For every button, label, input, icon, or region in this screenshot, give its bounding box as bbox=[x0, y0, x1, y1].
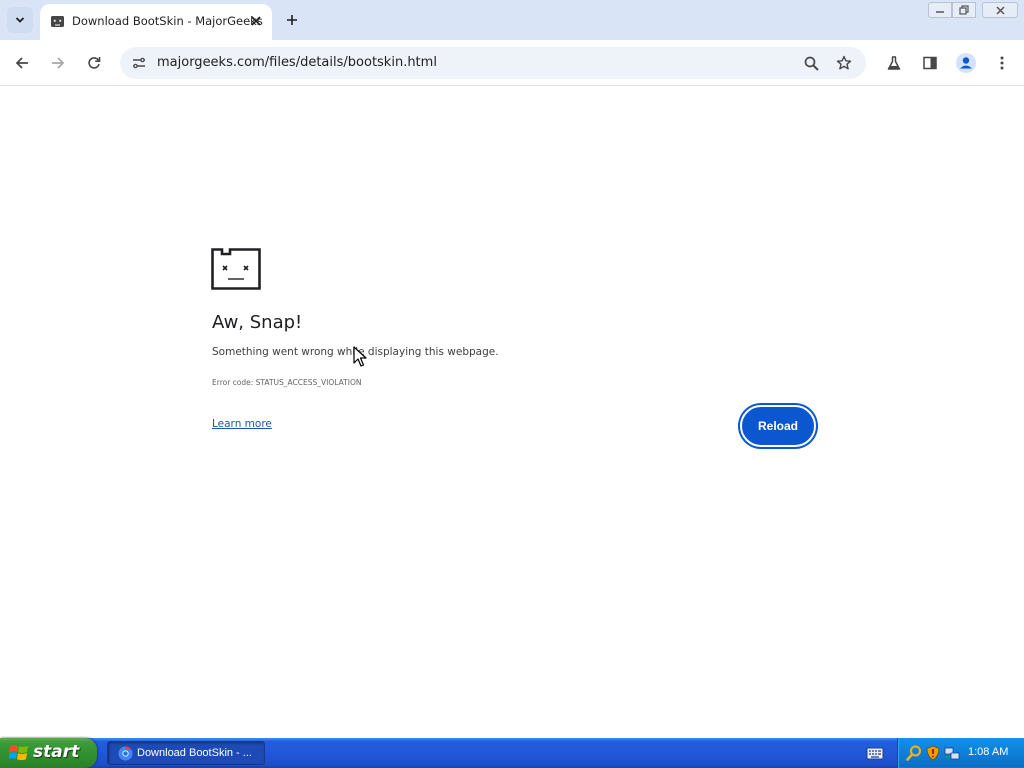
url-text: majorgeeks.com/files/details/bootskin.ht… bbox=[157, 55, 437, 70]
taskbar-item-label: Download BootSkin - ... bbox=[137, 747, 252, 759]
error-code: Error code: STATUS_ACCESS_VIOLATION bbox=[212, 378, 362, 387]
minimize-icon bbox=[936, 11, 944, 13]
close-icon bbox=[251, 16, 261, 26]
reload-page-button[interactable] bbox=[80, 49, 108, 77]
error-title: Aw, Snap! bbox=[212, 312, 303, 333]
start-label: start bbox=[33, 742, 80, 762]
sad-tab-icon bbox=[51, 16, 64, 27]
window-close-button[interactable] bbox=[982, 2, 1018, 18]
site-info-button[interactable] bbox=[126, 50, 152, 76]
taskbar-item-browser[interactable]: Download BootSkin - ... bbox=[107, 741, 265, 765]
taskbar: start Download BootSkin - ... 1:08 AM bbox=[0, 738, 1024, 768]
menu-dots-icon bbox=[1000, 56, 1004, 70]
start-button[interactable]: start bbox=[0, 738, 97, 768]
tab-title: Download BootSkin - MajorGeeks bbox=[72, 14, 263, 28]
browser-toolbar: majorgeeks.com/files/details/bootskin.ht… bbox=[0, 40, 1024, 86]
reload-button[interactable]: Reload bbox=[740, 405, 816, 447]
reload-icon bbox=[88, 57, 101, 69]
site-info-icon bbox=[133, 57, 145, 69]
address-bar[interactable]: majorgeeks.com/files/details/bootskin.ht… bbox=[120, 47, 866, 79]
active-tab[interactable]: Download BootSkin - MajorGeeks bbox=[40, 4, 272, 40]
forward-button[interactable] bbox=[44, 49, 72, 77]
close-icon bbox=[995, 5, 1005, 15]
star-icon bbox=[836, 55, 852, 70]
side-panel-button[interactable] bbox=[916, 49, 944, 77]
plus-icon bbox=[287, 15, 297, 25]
labs-flask-icon bbox=[887, 55, 901, 70]
chrome-icon bbox=[118, 746, 133, 761]
windows-logo-icon bbox=[9, 745, 28, 761]
keyboard-icon[interactable] bbox=[866, 745, 884, 761]
shield-icon[interactable] bbox=[925, 745, 941, 761]
search-icon[interactable] bbox=[906, 745, 922, 761]
tab-strip: Download BootSkin - MajorGeeks bbox=[0, 0, 1024, 40]
profile-icon bbox=[956, 53, 976, 73]
back-arrow-icon bbox=[15, 57, 28, 69]
restore-button[interactable] bbox=[952, 2, 976, 18]
new-tab-button[interactable] bbox=[280, 8, 304, 32]
side-panel-icon bbox=[923, 56, 937, 70]
forward-arrow-icon bbox=[52, 57, 65, 69]
sad-face-icon bbox=[211, 248, 261, 290]
system-tray: 1:08 AM bbox=[897, 738, 1024, 768]
learn-more-link[interactable]: Learn more bbox=[212, 418, 272, 430]
search-icon bbox=[804, 56, 819, 71]
back-button[interactable] bbox=[8, 49, 36, 77]
tab-search-button[interactable] bbox=[7, 7, 33, 33]
network-icon[interactable] bbox=[944, 745, 960, 761]
chevron-down-icon bbox=[15, 17, 25, 23]
profile-button[interactable] bbox=[952, 49, 980, 77]
restore-icon bbox=[959, 5, 969, 15]
search-button[interactable] bbox=[798, 50, 824, 76]
clock: 1:08 AM bbox=[968, 746, 1009, 758]
mouse-cursor-icon bbox=[353, 346, 367, 367]
bookmark-button[interactable] bbox=[831, 50, 857, 76]
tab-close-button[interactable] bbox=[246, 11, 266, 31]
labs-button[interactable] bbox=[880, 49, 908, 77]
browser-menu-button[interactable] bbox=[988, 49, 1016, 77]
minimize-button[interactable] bbox=[928, 2, 952, 18]
